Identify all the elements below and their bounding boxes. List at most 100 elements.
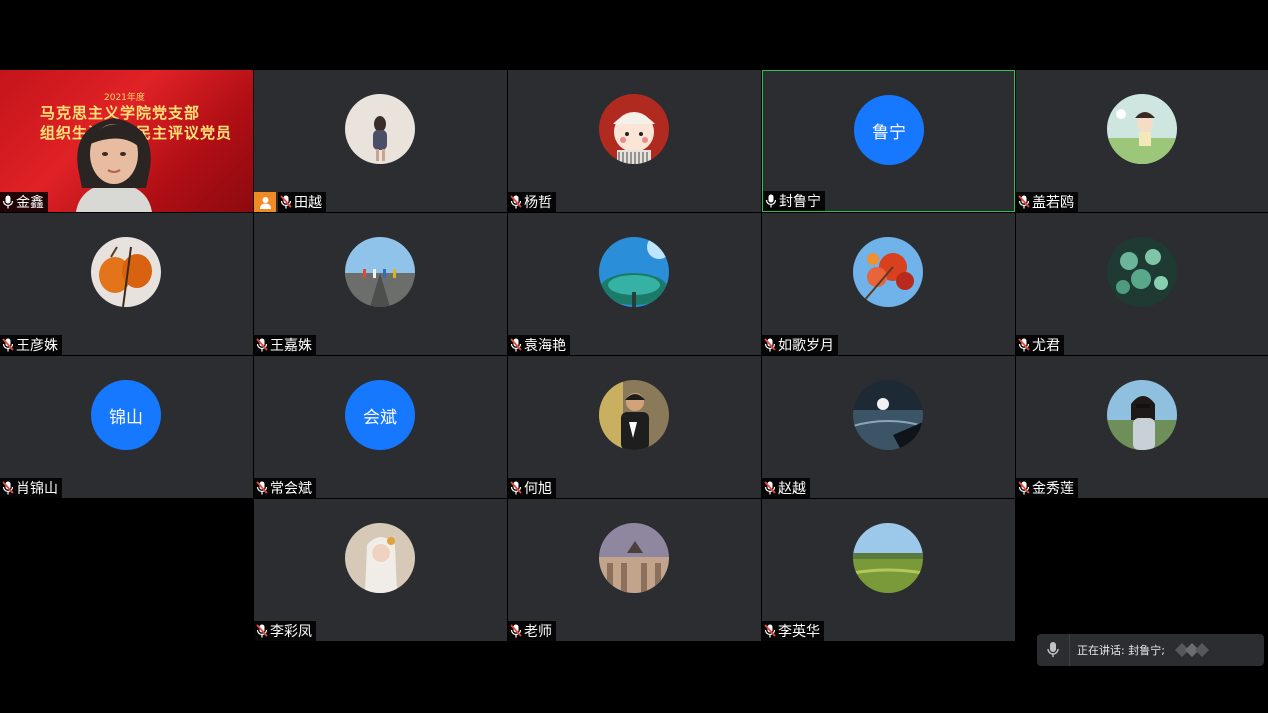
girl-backpack-photo [345, 94, 415, 164]
profile-photo-avatar [599, 237, 669, 307]
microphone-muted-icon [510, 195, 524, 209]
avatar-initials: 鲁宁 [872, 122, 906, 143]
participant-name: 何旭 [524, 481, 552, 497]
participant-name: 盖若鸥 [1032, 195, 1074, 211]
microphone-muted-icon [510, 481, 524, 495]
participant-name: 李彩凤 [270, 624, 312, 640]
blue-tree-photo [599, 237, 669, 307]
microphone-muted-icon [1018, 481, 1032, 495]
participant-tile[interactable]: 田越 [254, 70, 507, 212]
participant-tile[interactable]: 尤君 [1016, 213, 1268, 355]
initials-avatar: 锦山 [91, 380, 161, 450]
participant-name: 赵越 [778, 481, 806, 497]
participant-name-bar: 何旭 [508, 478, 556, 498]
participant-name-bar: 赵越 [762, 478, 810, 498]
microphone-icon[interactable] [1037, 634, 1070, 666]
participant-name: 金鑫 [16, 195, 44, 211]
participant-name-bar: 王嘉姝 [254, 335, 316, 355]
participant-tile[interactable]: 李英华 [762, 499, 1015, 641]
participant-name-bar: 李彩凤 [254, 621, 316, 641]
participant-name-bar: 田越 [278, 192, 326, 212]
participant-name: 封鲁宁 [779, 194, 821, 210]
participant-tile[interactable]: 如歌岁月 [762, 213, 1015, 355]
participant-name-bar: 肖锦山 [0, 478, 62, 498]
profile-photo-avatar [853, 523, 923, 593]
microphone-muted-icon [280, 195, 294, 209]
participant-name: 如歌岁月 [778, 338, 834, 354]
participant-name-bar: 尤君 [1016, 335, 1064, 355]
participant-tile[interactable]: 李彩凤 [254, 499, 507, 641]
host-user-icon [254, 192, 276, 212]
participant-tile[interactable]: 会斌常会斌 [254, 356, 507, 498]
initials-avatar: 鲁宁 [854, 95, 924, 165]
participant-name-bar: 李英华 [762, 621, 824, 641]
participant-grid: 2021年度马克思主义学院党支部组织生活会和民主评议党员金鑫田越杨哲鲁宁封鲁宁盖… [0, 70, 1268, 642]
participant-name-bar: 袁海艳 [508, 335, 570, 355]
participant-tile[interactable]: 鲁宁封鲁宁 [762, 70, 1015, 212]
participant-tile[interactable]: 王嘉姝 [254, 213, 507, 355]
microphone-muted-icon [510, 338, 524, 352]
participant-tile[interactable]: 金秀莲 [1016, 356, 1268, 498]
profile-photo-avatar [599, 523, 669, 593]
participant-name-bar: 老师 [508, 621, 556, 641]
participant-video: 2021年度马克思主义学院党支部组织生活会和民主评议党员 [0, 70, 253, 212]
participant-tile[interactable]: 袁海艳 [508, 213, 761, 355]
signal-icon [1174, 643, 1209, 657]
microphone-icon [2, 195, 16, 209]
participant-name-bar: 封鲁宁 [763, 191, 825, 211]
participant-tile[interactable]: 何旭 [508, 356, 761, 498]
participant-name: 李英华 [778, 624, 820, 640]
road-runners-photo [345, 237, 415, 307]
profile-photo-avatar [345, 94, 415, 164]
green-field-photo [853, 523, 923, 593]
participant-tile[interactable]: 赵越 [762, 356, 1015, 498]
participant-tile[interactable]: 盖若鸥 [1016, 70, 1268, 212]
microphone-icon [765, 194, 779, 208]
microphone-muted-icon [1018, 195, 1032, 209]
autumn-leaves-photo [853, 237, 923, 307]
participant-name: 尤君 [1032, 338, 1060, 354]
participant-name: 常会斌 [270, 481, 312, 497]
participant-name: 杨哲 [524, 195, 552, 211]
participant-name: 老师 [524, 624, 552, 640]
participant-name: 肖锦山 [16, 481, 58, 497]
bride-photo [345, 523, 415, 593]
profile-photo-avatar [853, 380, 923, 450]
night-sea-photo [853, 380, 923, 450]
participant-tile[interactable]: 2021年度马克思主义学院党支部组织生活会和民主评议党员金鑫 [0, 70, 253, 212]
profile-photo-avatar [599, 380, 669, 450]
participant-tile[interactable]: 王彦姝 [0, 213, 253, 355]
profile-photo-avatar [599, 94, 669, 164]
cartoon-field-photo [1107, 94, 1177, 164]
speaking-status-text: 正在讲话: 封鲁宁; [1077, 644, 1165, 657]
participant-name: 王嘉姝 [270, 338, 312, 354]
profile-photo-avatar [345, 523, 415, 593]
participant-name: 田越 [294, 195, 322, 211]
microphone-muted-icon [2, 338, 16, 352]
profile-photo-avatar [1107, 380, 1177, 450]
microphone-muted-icon [510, 624, 524, 638]
microphone-muted-icon [1018, 338, 1032, 352]
building-photo [599, 523, 669, 593]
participant-name-bar: 金秀莲 [1016, 478, 1078, 498]
profile-photo-avatar [853, 237, 923, 307]
participant-name: 王彦姝 [16, 338, 58, 354]
participant-person [76, 118, 152, 212]
profile-photo-avatar [345, 237, 415, 307]
avatar-initials: 会斌 [363, 407, 397, 428]
participant-name-bar: 王彦姝 [0, 335, 62, 355]
profile-photo-avatar [91, 237, 161, 307]
participant-tile[interactable]: 杨哲 [508, 70, 761, 212]
participant-name: 袁海艳 [524, 338, 566, 354]
participant-tile[interactable]: 老师 [508, 499, 761, 641]
avatar-initials: 锦山 [109, 407, 143, 428]
microphone-muted-icon [256, 481, 270, 495]
woman-sunglasses-photo [1107, 380, 1177, 450]
microphone-muted-icon [256, 624, 270, 638]
persimmons-photo [91, 237, 161, 307]
speaking-status-bar[interactable]: 正在讲话: 封鲁宁; [1037, 634, 1264, 666]
profile-photo-avatar [1107, 94, 1177, 164]
participant-tile[interactable]: 锦山肖锦山 [0, 356, 253, 498]
participant-name-bar: 如歌岁月 [762, 335, 838, 355]
microphone-muted-icon [2, 481, 16, 495]
